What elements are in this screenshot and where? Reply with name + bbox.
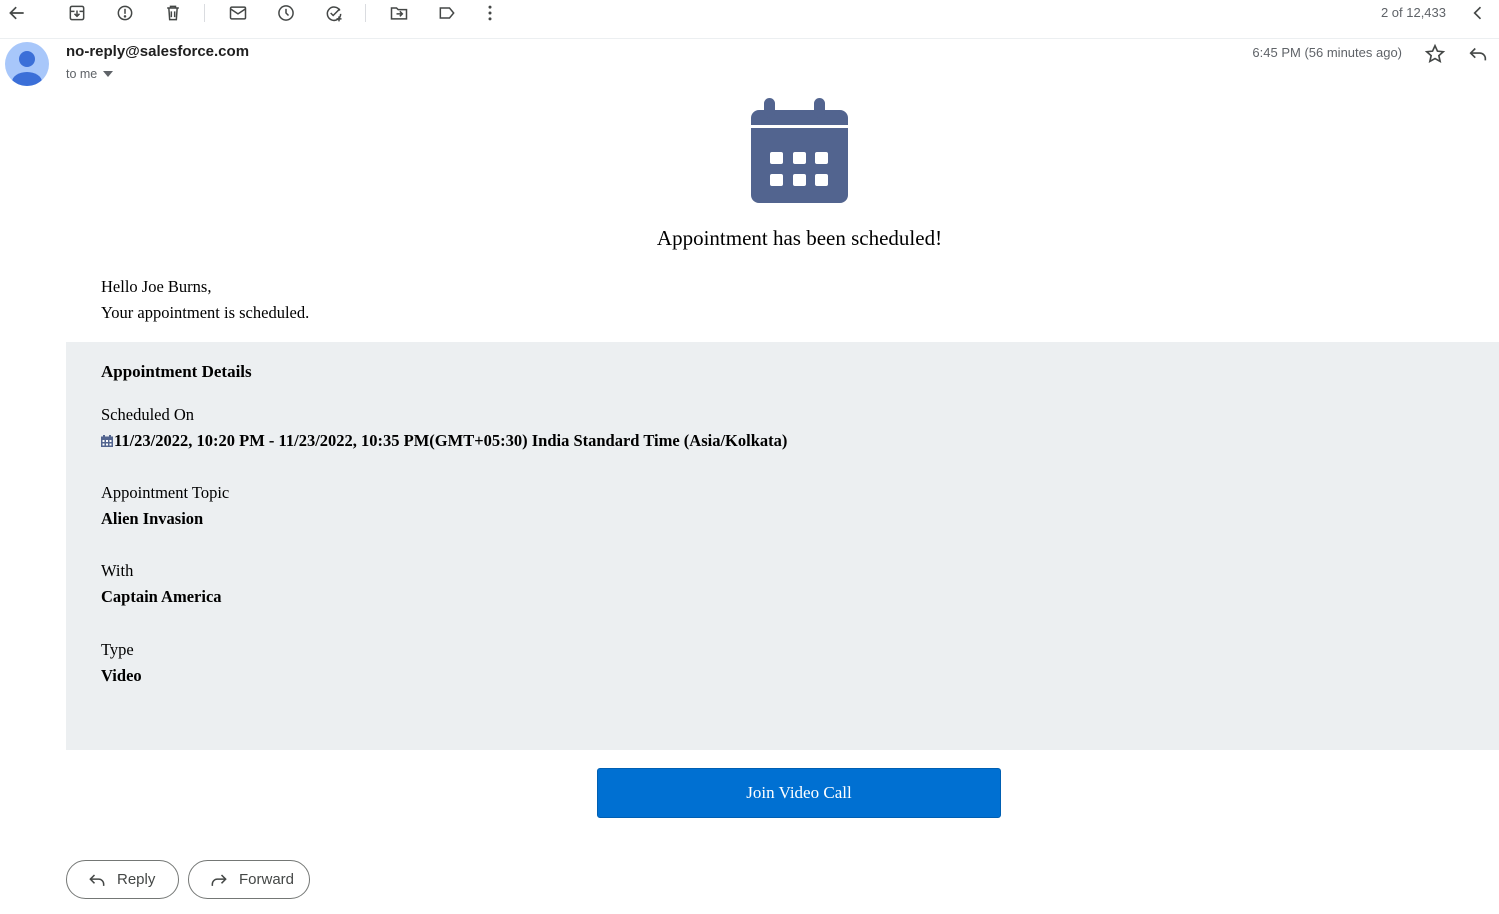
clock-icon [278, 5, 294, 21]
calendar-small-icon [101, 435, 113, 447]
caret-down-icon [103, 71, 114, 77]
forward-button[interactable]: Forward [188, 860, 310, 899]
report-icon [117, 5, 133, 21]
sender-name[interactable]: no-reply@salesforce.com [66, 43, 249, 60]
calendar-icon [751, 98, 848, 203]
chevron-left-icon [1473, 6, 1482, 20]
toolbar-divider [365, 4, 366, 22]
with-value: Captain America [101, 587, 222, 606]
type-label: Type [101, 640, 134, 659]
forward-label: Forward [239, 871, 295, 888]
add-task-button[interactable] [320, 0, 348, 26]
back-button[interactable] [3, 0, 31, 26]
delete-button[interactable] [159, 0, 187, 26]
toolbar: 2 of 12,433 [0, 0, 1499, 39]
report-spam-button[interactable] [111, 0, 139, 26]
archive-icon [69, 5, 85, 21]
greeting: Hello Joe Burns, Your appointment is sch… [101, 274, 309, 326]
forward-icon [211, 873, 227, 886]
reply-icon [89, 873, 105, 886]
scheduled-value: 11/23/2022, 10:20 PM - 11/23/2022, 10:35… [101, 431, 787, 451]
more-vert-icon [488, 5, 492, 21]
details-title: Appointment Details [101, 362, 252, 381]
recipient-dropdown[interactable]: to me [66, 67, 114, 81]
avatar[interactable] [5, 42, 49, 86]
folder-move-icon [390, 7, 408, 20]
type-value: Video [101, 666, 142, 685]
trash-icon [167, 5, 179, 21]
email-date: 6:45 PM (56 minutes ago) [1252, 45, 1402, 60]
reply-button[interactable]: Reply [66, 860, 179, 899]
recipient-label: to me [66, 67, 98, 81]
archive-button[interactable] [63, 0, 91, 26]
arrow-left-icon [9, 6, 24, 20]
labels-button[interactable] [433, 0, 461, 26]
snooze-button[interactable] [272, 0, 300, 26]
newer-button[interactable] [1464, 0, 1492, 26]
label-icon [439, 7, 455, 19]
reply-label: Reply [117, 871, 156, 888]
pager-count: 2 of 12,433 [1380, 5, 1446, 20]
more-button[interactable] [476, 0, 504, 26]
scheduled-text: 11/23/2022, 10:20 PM - 11/23/2022, 10:35… [114, 431, 788, 450]
appointment-details-panel: Appointment Details Scheduled On 11/23/2… [66, 342, 1499, 750]
task-add-icon [326, 6, 342, 22]
toolbar-divider [204, 4, 205, 22]
scheduled-label: Scheduled On [101, 405, 195, 424]
mail-icon [229, 6, 247, 20]
topic-label: Appointment Topic [101, 483, 230, 502]
move-to-button[interactable] [385, 0, 413, 26]
star-button[interactable] [1424, 43, 1446, 65]
mark-unread-button[interactable] [224, 0, 252, 26]
greeting-line: Your appointment is scheduled. [101, 303, 310, 322]
reply-header-button[interactable] [1467, 43, 1489, 65]
greeting-line: Hello Joe Burns, [101, 277, 212, 296]
star-icon [1424, 43, 1446, 64]
email-headline: Appointment has been scheduled! [656, 226, 943, 250]
person-icon [12, 51, 42, 86]
join-video-call-button[interactable]: Join Video Call [597, 768, 1001, 818]
with-label: With [101, 561, 134, 580]
reply-icon [1469, 47, 1487, 61]
topic-value: Alien Invasion [101, 509, 204, 528]
